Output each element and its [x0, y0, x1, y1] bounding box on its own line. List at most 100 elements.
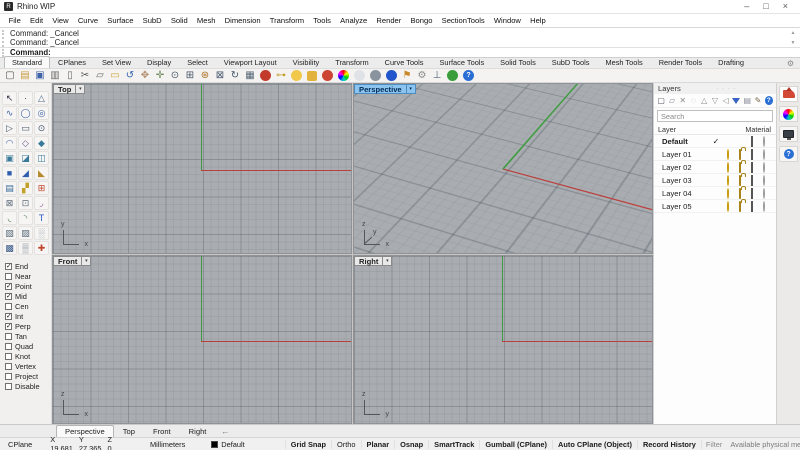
help-icon[interactable]: ? [463, 70, 474, 81]
new-sublayer-icon[interactable]: ▱ [668, 95, 676, 106]
color-wheel-icon[interactable] [338, 70, 349, 81]
rectangle-tool-icon[interactable]: ▭ [18, 121, 33, 135]
layer-row[interactable]: Layer 03 [654, 174, 776, 187]
close-button[interactable]: × [783, 2, 788, 11]
menu-item[interactable]: Curve [73, 16, 102, 25]
layer-row-default[interactable]: Default ✓ [654, 135, 776, 148]
layer-lock-icon[interactable] [739, 187, 741, 199]
cplane-button[interactable]: CPlane [0, 440, 32, 449]
viewport-title-dropdown-icon[interactable]: ▾ [82, 256, 92, 266]
viewport-tab[interactable]: Front [144, 425, 180, 437]
toolbar-tab[interactable]: SubD Tools [544, 56, 598, 68]
viewport-top-title[interactable]: Top ▾ [53, 84, 86, 94]
menu-item[interactable]: Bongo [406, 16, 437, 25]
toolbar-tab[interactable]: Curve Tools [377, 56, 432, 68]
move-layer-up-icon[interactable]: △ [700, 95, 708, 106]
layers-help-icon[interactable]: ? [764, 96, 773, 105]
tab-layers-shark-icon[interactable] [779, 86, 798, 102]
select-tool-icon[interactable]: ↖ [2, 91, 17, 105]
new-file-icon[interactable]: ▢ [3, 69, 17, 82]
sphere-gray-icon[interactable] [370, 70, 381, 81]
layer-material-icon[interactable] [763, 187, 765, 199]
scroll-down-icon[interactable]: ▼ [789, 40, 797, 46]
layer-report-icon[interactable]: ▤ [743, 95, 751, 106]
zoom-icon[interactable]: ⊙ [168, 69, 182, 82]
curve-tool-icon[interactable]: ∿ [2, 106, 17, 120]
save-icon[interactable]: ▣ [33, 69, 47, 82]
polygon-tool-icon[interactable]: ⊙ [34, 121, 49, 135]
layer-lock-icon[interactable] [739, 174, 741, 186]
boolean-split-icon[interactable]: ⊞ [34, 181, 49, 195]
viewport-perspective[interactable]: Perspective ▾ z y x [353, 83, 653, 254]
layer-lock-icon[interactable] [739, 200, 741, 212]
viewport-title-dropdown-icon[interactable]: ▾ [76, 84, 86, 94]
layer-color-swatch[interactable] [751, 187, 753, 199]
layer-lock-icon[interactable] [739, 161, 741, 173]
control-point-curve-icon[interactable]: △ [34, 91, 49, 105]
status-pane-toggle[interactable]: Planar [360, 439, 395, 449]
box-tool-icon[interactable]: ■ [2, 166, 17, 180]
toolbar-tab[interactable]: CPlanes [50, 56, 94, 68]
toolbar-options-gear-icon[interactable]: ⚙ [787, 59, 794, 68]
toolbar-tab[interactable]: Transform [327, 56, 376, 68]
boolean-tool-icon[interactable]: ▤ [2, 181, 17, 195]
toolbar-tab[interactable]: Drafting [710, 56, 752, 68]
render-sphere-green-icon[interactable] [447, 70, 458, 81]
osnap-checkbox[interactable]: ✓ [5, 262, 12, 270]
chamfer-tool-icon[interactable]: ⊡ [18, 196, 33, 210]
osnap-checkbox[interactable] [5, 272, 12, 280]
menu-item[interactable]: Analyze [336, 16, 372, 25]
status-pane-toggle[interactable]: SmartTrack [428, 439, 479, 449]
cut-icon[interactable]: ✂ [78, 69, 92, 82]
options-gears-icon[interactable]: ⚙ [415, 69, 429, 82]
layer-name[interactable]: Default [662, 137, 710, 146]
hatch-tool-icon[interactable]: ░ [34, 226, 49, 240]
viewport-perspective-title[interactable]: Perspective ▾ [354, 84, 416, 94]
layer-name[interactable]: Layer 02 [662, 163, 710, 172]
osnap-checkbox[interactable] [5, 372, 12, 380]
layer-visibility-bulb-icon[interactable] [727, 187, 729, 199]
join-tool-icon[interactable]: ◞ [34, 196, 49, 210]
viewport-title-label[interactable]: Perspective [354, 84, 407, 94]
cplane-flag-icon[interactable]: ⚑ [400, 69, 414, 82]
current-layer-indicator[interactable]: Default [211, 440, 245, 449]
layer-material-icon[interactable] [763, 200, 765, 212]
menu-item[interactable]: Mesh [192, 16, 220, 25]
undo-icon[interactable]: ↺ [123, 69, 137, 82]
fillet-tool-icon[interactable]: ⊠ [2, 196, 17, 210]
layer-lock-icon[interactable] [739, 148, 741, 160]
circle-tool-icon[interactable]: ◯ [18, 106, 33, 120]
layers-search-input[interactable] [657, 110, 773, 122]
viewport-title-label[interactable]: Right [354, 256, 384, 266]
layer-visibility-bulb-icon[interactable] [727, 148, 729, 160]
point-tool-icon[interactable]: ∙ [18, 91, 33, 105]
layer-name[interactable]: Layer 03 [662, 176, 710, 185]
trim-tool-icon[interactable]: ◟ [2, 211, 17, 225]
toolbar-tab[interactable]: Render Tools [651, 56, 710, 68]
menu-item[interactable]: Window [489, 16, 525, 25]
osnap-checkbox[interactable] [5, 382, 12, 390]
menu-item[interactable]: Surface [103, 16, 138, 25]
zoom-extents-icon[interactable]: ⊠ [213, 69, 227, 82]
layer-name[interactable]: Layer 04 [662, 189, 710, 198]
layer-row[interactable]: Layer 02 [654, 161, 776, 174]
layer-name[interactable]: Layer 05 [662, 202, 710, 211]
text-tool-icon[interactable]: T [34, 211, 49, 225]
sphere-blue-icon[interactable] [386, 70, 397, 81]
toolbar-tab[interactable]: Viewport Layout [216, 56, 285, 68]
filter-funnel-icon[interactable] [732, 95, 741, 106]
panel-drag-dots[interactable]: · · · · [681, 86, 772, 92]
toolbar-tab[interactable]: Display [139, 56, 179, 68]
viewport-top[interactable]: Top ▾ y x [52, 83, 352, 254]
layer-name[interactable]: Layer 01 [662, 150, 710, 159]
viewport-title-dropdown-icon[interactable]: ▾ [406, 84, 416, 94]
tab-display-color-wheel-icon[interactable] [779, 106, 798, 122]
units-button[interactable]: Millimeters [150, 440, 185, 449]
layer-row[interactable]: Layer 01 [654, 148, 776, 161]
tab-help-icon[interactable]: ? [779, 146, 798, 162]
viewport-right-title[interactable]: Right ▾ [354, 256, 393, 266]
status-pane-toggle[interactable]: Ortho [331, 439, 360, 449]
layer-color-swatch[interactable] [751, 200, 753, 212]
status-pane-toggle[interactable]: Osnap [394, 439, 428, 449]
status-pane-toggle[interactable]: Record History [636, 439, 701, 449]
